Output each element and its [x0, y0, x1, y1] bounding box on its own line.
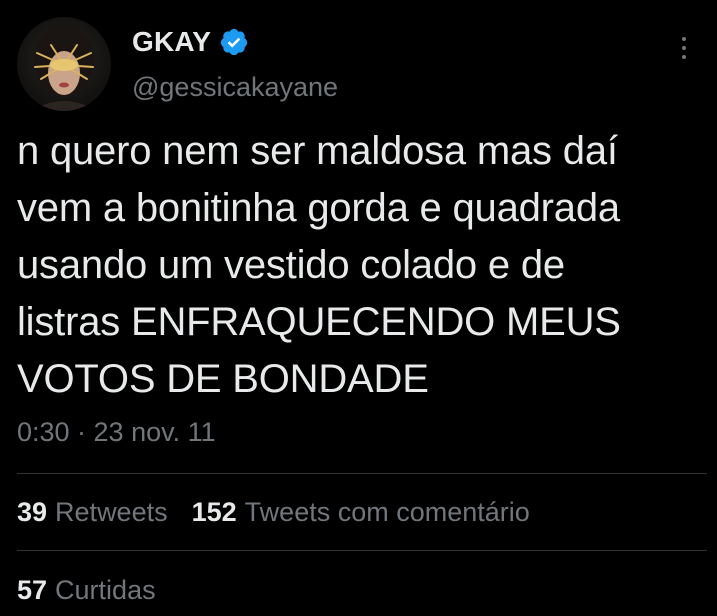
likes-label[interactable]: Curtidas — [55, 575, 156, 606]
tweet-text: n quero nem ser maldosa mas daí vem a bo… — [17, 129, 621, 401]
engagement-stats: 39 Retweets 152 Tweets com comentário — [17, 497, 530, 528]
quotes-label[interactable]: Tweets com comentário — [245, 497, 530, 528]
avatar-image — [31, 25, 97, 111]
verified-badge-icon — [221, 28, 248, 56]
more-dot — [682, 46, 686, 50]
avatar[interactable] — [17, 17, 111, 111]
display-name[interactable]: GKAY — [132, 26, 211, 58]
divider — [17, 550, 707, 551]
likes-count[interactable]: 57 — [17, 575, 47, 606]
likes-stats: 57 Curtidas — [17, 575, 156, 606]
more-vertical-icon[interactable] — [674, 33, 694, 63]
retweets-count[interactable]: 39 — [17, 497, 47, 528]
more-dot — [682, 55, 686, 59]
author-name-row[interactable]: GKAY — [132, 26, 249, 58]
author-handle[interactable]: @gessicakayane — [132, 72, 338, 103]
retweets-label[interactable]: Retweets — [55, 497, 168, 528]
tweet-timestamp[interactable]: 0:30 · 23 nov. 11 — [17, 417, 216, 448]
quotes-count[interactable]: 152 — [192, 497, 237, 528]
more-dot — [682, 37, 686, 41]
divider — [17, 473, 707, 474]
tweet-card: GKAY @gessicakayane n quero nem ser mald… — [0, 0, 717, 616]
